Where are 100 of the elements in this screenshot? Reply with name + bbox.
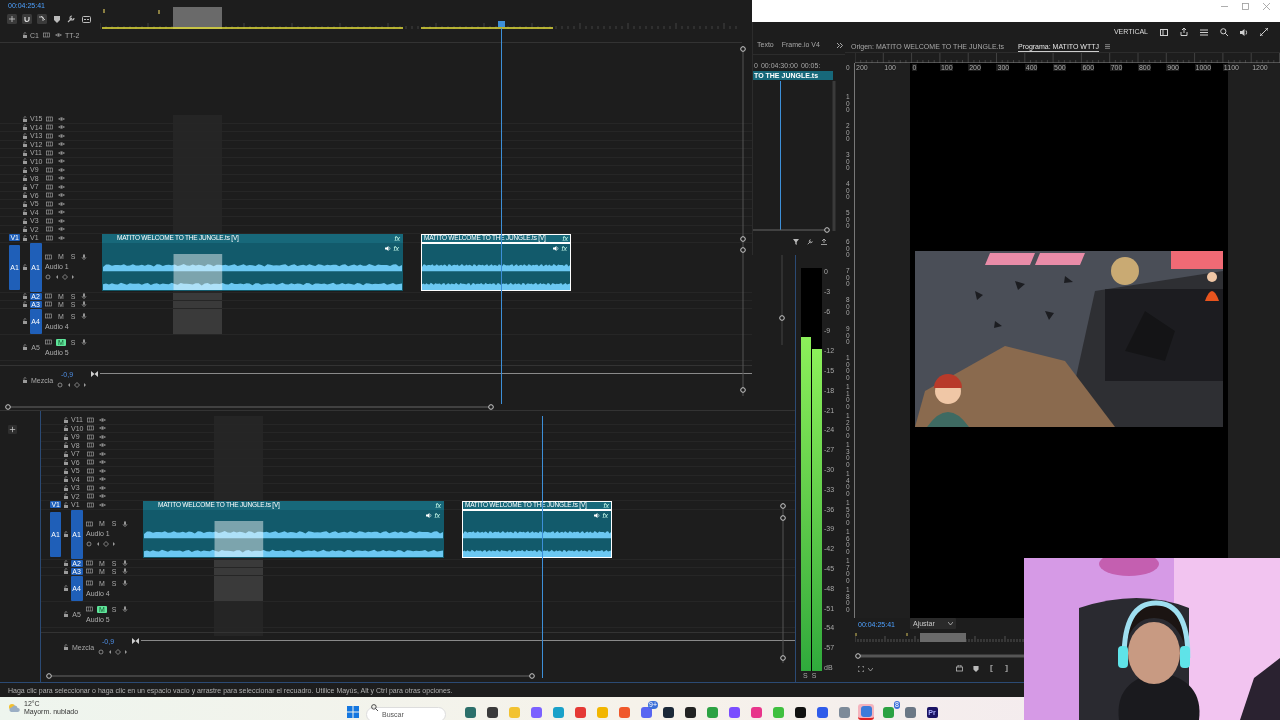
- eye-icon[interactable]: [58, 132, 65, 139]
- film-icon[interactable]: [87, 416, 94, 423]
- horizontal-scrollbar[interactable]: [753, 227, 831, 233]
- eye-icon[interactable]: [58, 209, 65, 216]
- film-icon[interactable]: [45, 253, 52, 260]
- lock-icon[interactable]: [21, 175, 28, 182]
- film-icon[interactable]: [45, 301, 52, 307]
- list-icon[interactable]: [1200, 28, 1208, 36]
- safe-margins-icon[interactable]: [858, 666, 864, 672]
- eye-icon[interactable]: [99, 493, 106, 500]
- vertical-scrollbar[interactable]: [779, 255, 785, 345]
- lock-icon[interactable]: [21, 124, 28, 131]
- layout-icon[interactable]: [1160, 28, 1168, 36]
- film-icon[interactable]: [87, 484, 94, 491]
- film-icon[interactable]: [86, 606, 93, 612]
- lock-icon[interactable]: [21, 264, 28, 270]
- film-icon[interactable]: [46, 132, 53, 139]
- lock-icon[interactable]: [21, 226, 28, 233]
- mark-out-icon[interactable]: [1004, 665, 1008, 672]
- eye-icon[interactable]: [99, 433, 106, 440]
- film-icon[interactable]: [46, 115, 53, 122]
- fullscreen-icon[interactable]: [1260, 28, 1268, 36]
- film-icon[interactable]: [46, 192, 53, 199]
- film-icon[interactable]: [46, 175, 53, 182]
- lock-icon[interactable]: [62, 416, 69, 423]
- chevrons-icon[interactable]: [837, 43, 843, 48]
- lock-icon[interactable]: [21, 318, 28, 324]
- print-icon[interactable]: [956, 665, 963, 672]
- lock-icon[interactable]: [62, 459, 69, 466]
- film-icon[interactable]: [45, 313, 52, 319]
- film-icon[interactable]: [45, 339, 52, 345]
- eye-icon[interactable]: [58, 183, 65, 190]
- eye-icon[interactable]: [58, 158, 65, 165]
- eye-icon[interactable]: [99, 450, 106, 457]
- film-icon[interactable]: [46, 124, 53, 131]
- film-icon[interactable]: [87, 425, 94, 432]
- lock-icon[interactable]: [21, 377, 28, 383]
- speaker-icon[interactable]: [1240, 28, 1248, 36]
- lock-icon[interactable]: [62, 644, 69, 650]
- horizontal-scrollbar[interactable]: [46, 673, 536, 679]
- eye-icon[interactable]: [99, 484, 106, 491]
- insert-icon[interactable]: [8, 425, 17, 434]
- film-icon[interactable]: [87, 450, 94, 457]
- eye-icon[interactable]: [58, 217, 65, 224]
- lock-icon[interactable]: [62, 476, 69, 483]
- film-icon[interactable]: [46, 166, 53, 173]
- lock-icon[interactable]: [62, 425, 69, 432]
- lock-icon[interactable]: [62, 560, 69, 566]
- microphone-icon[interactable]: [121, 606, 128, 612]
- film-icon[interactable]: [46, 226, 53, 233]
- film-icon[interactable]: [46, 234, 53, 241]
- lock-icon[interactable]: [62, 568, 69, 574]
- film-icon[interactable]: [46, 149, 53, 156]
- eye-icon[interactable]: [58, 200, 65, 207]
- vertical-scrollbar[interactable]: [780, 503, 786, 663]
- eye-icon[interactable]: [99, 476, 106, 483]
- microphone-icon[interactable]: [80, 253, 87, 260]
- time-ruler[interactable]: [100, 7, 740, 29]
- wrench-icon[interactable]: [807, 239, 813, 245]
- film-icon[interactable]: [46, 141, 53, 148]
- menu-icon[interactable]: [1105, 44, 1111, 49]
- lock-icon[interactable]: [21, 141, 28, 148]
- microphone-icon[interactable]: [80, 301, 87, 307]
- film-icon[interactable]: [87, 493, 94, 500]
- lock-icon[interactable]: [21, 209, 28, 216]
- lock-icon[interactable]: [21, 344, 28, 350]
- eye-icon[interactable]: [99, 501, 106, 508]
- film-icon[interactable]: [87, 467, 94, 474]
- marker-icon[interactable]: [973, 666, 979, 672]
- film-icon[interactable]: [87, 442, 94, 449]
- lock-icon[interactable]: [21, 301, 28, 307]
- lock-icon[interactable]: [62, 531, 69, 537]
- film-icon[interactable]: [46, 209, 53, 216]
- share-icon[interactable]: [1180, 28, 1188, 36]
- playhead-handle[interactable]: [498, 21, 505, 27]
- film-icon[interactable]: [86, 560, 93, 566]
- microphone-icon[interactable]: [121, 520, 128, 527]
- film-icon[interactable]: [87, 433, 94, 440]
- eye-icon[interactable]: [58, 166, 65, 173]
- wrench-icon[interactable]: [67, 15, 75, 23]
- eye-icon[interactable]: [58, 124, 65, 131]
- film-icon[interactable]: [43, 32, 50, 38]
- lock-icon[interactable]: [62, 611, 69, 617]
- eye-icon[interactable]: [58, 226, 65, 233]
- eye-icon[interactable]: [58, 234, 65, 241]
- eye-icon[interactable]: [99, 425, 106, 432]
- lock-icon[interactable]: [21, 158, 28, 165]
- eye-icon[interactable]: [55, 32, 62, 38]
- film-icon[interactable]: [86, 520, 93, 527]
- magnet-icon[interactable]: [22, 14, 32, 24]
- horizontal-scrollbar[interactable]: [5, 404, 495, 410]
- lock-icon[interactable]: [62, 585, 69, 591]
- eye-icon[interactable]: [58, 115, 65, 122]
- film-icon[interactable]: [46, 200, 53, 207]
- vertical-scrollbar[interactable]: [740, 46, 746, 396]
- film-icon[interactable]: [87, 476, 94, 483]
- keyframe-controls-icon[interactable]: [45, 273, 75, 281]
- insert-icon[interactable]: [7, 14, 17, 24]
- lock-icon[interactable]: [21, 32, 28, 38]
- caret-icon[interactable]: [868, 668, 873, 671]
